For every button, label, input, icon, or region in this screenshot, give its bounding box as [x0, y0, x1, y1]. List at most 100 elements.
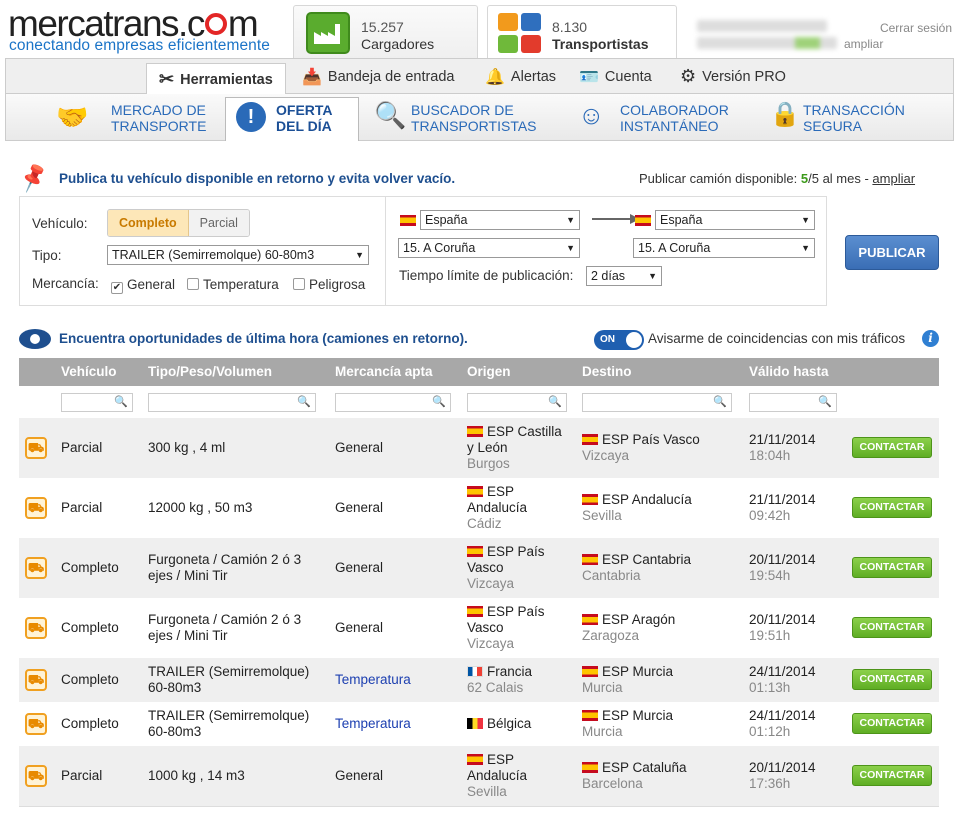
- publish-button[interactable]: PUBLICAR: [845, 235, 939, 270]
- search-icon: 🔍: [297, 396, 311, 408]
- checkbox-icon[interactable]: [293, 278, 305, 290]
- cell-vehicle: Completo: [61, 716, 119, 731]
- chevron-down-icon: ▼: [801, 243, 810, 253]
- tab-cuenta[interactable]: 🪪 Cuenta: [579, 59, 652, 94]
- table-row: ⛟ Completo Furgoneta / Camión 2 ó 3 ejes…: [19, 538, 939, 598]
- dest-country-select[interactable]: España ▼: [655, 210, 815, 230]
- chevron-down-icon: ▼: [355, 250, 364, 260]
- ampliar-link[interactable]: ampliar: [844, 37, 883, 51]
- checkbox-icon[interactable]: [187, 278, 199, 290]
- cell-origin: Bélgica: [467, 716, 572, 732]
- vehicle-segmented[interactable]: Completo Parcial: [107, 209, 250, 237]
- sub-buscador[interactable]: Buscador de transportistas: [411, 102, 537, 134]
- cell-goods: General: [335, 440, 384, 455]
- info-icon[interactable]: i: [922, 330, 939, 347]
- sub-transaccion[interactable]: Transacción segura: [803, 102, 905, 134]
- filter-valido[interactable]: 🔍: [749, 393, 837, 412]
- goods-peligrosa[interactable]: Peligrosa: [293, 277, 365, 292]
- contact-button[interactable]: CONTACTAR: [852, 437, 932, 458]
- transportistas-count: 8.130: [552, 19, 588, 35]
- notify-toggle[interactable]: ON: [594, 330, 644, 350]
- search-title: Encuentra oportunidades de última hora (…: [59, 331, 468, 346]
- truck-icon: ⛟: [25, 669, 47, 691]
- cell-destination: ESP País Vasco Vizcaya: [582, 432, 700, 463]
- table-row: ⛟ Completo TRAILER (Semirremolque) 60-80…: [19, 702, 939, 746]
- col-valido[interactable]: Válido hasta: [749, 364, 829, 379]
- sub-mercado[interactable]: Mercado de Transporte: [111, 102, 206, 134]
- spain-flag-icon: [582, 762, 598, 773]
- filter-destino[interactable]: 🔍: [582, 393, 732, 412]
- cargadores-stat[interactable]: 15.257 Cargadores: [293, 5, 478, 58]
- truck-icon: ⛟: [25, 437, 47, 459]
- cell-origin: ESP Castilla y León Burgos: [467, 424, 562, 471]
- search-icon: 🔍: [114, 396, 128, 408]
- filter-tipo[interactable]: 🔍: [148, 393, 316, 412]
- sub-oferta[interactable]: ! Oferta del día: [225, 97, 359, 141]
- filter-mercancia[interactable]: 🔍: [335, 393, 451, 412]
- contact-button[interactable]: CONTACTAR: [852, 617, 932, 638]
- table-bottom-border: [19, 806, 939, 807]
- goods-temperatura[interactable]: Temperatura: [187, 277, 279, 292]
- origin-region-select[interactable]: 15. A Coruña ▼: [398, 238, 580, 258]
- filter-origen[interactable]: 🔍: [467, 393, 567, 412]
- contact-button[interactable]: CONTACTAR: [852, 713, 932, 734]
- checkbox-checked-icon[interactable]: ✔: [111, 282, 123, 294]
- tab-herramientas[interactable]: ✂ Herramientas: [146, 63, 286, 95]
- dest-region-select[interactable]: 15. A Coruña ▼: [633, 238, 815, 258]
- bell-icon: 🔔: [485, 68, 505, 86]
- tools-icon: ✂: [159, 69, 175, 89]
- origin-country-select[interactable]: España ▼: [420, 210, 580, 230]
- time-select[interactable]: 2 días ▼: [586, 266, 662, 286]
- cell-goods: Temperatura: [335, 672, 411, 687]
- cell-valid-until: 20/11/2014 19:51h: [749, 612, 816, 643]
- cell-vehicle: Parcial: [61, 440, 103, 455]
- transportistas-stat[interactable]: 8.130 Transportistas: [487, 5, 677, 58]
- contact-button[interactable]: CONTACTAR: [852, 557, 932, 578]
- vehicle-parcial[interactable]: Parcial: [188, 210, 249, 236]
- col-origen[interactable]: Origen: [467, 364, 511, 379]
- id-card-icon: 🪪: [579, 68, 599, 86]
- signout-link[interactable]: Cerrar sesión: [880, 21, 952, 35]
- chevron-down-icon: ▼: [566, 243, 575, 253]
- publish-quota: Publicar camión disponible: 5/5 al mes -…: [639, 171, 916, 186]
- sub-colaborador[interactable]: Colaborador instantáneo: [620, 102, 729, 134]
- col-vehiculo[interactable]: Vehículo: [61, 364, 117, 379]
- type-select[interactable]: TRAILER (Semirremolque) 60-80m3 ▼: [107, 245, 369, 265]
- lock-icon: 🔒: [770, 101, 800, 128]
- tab-alertas[interactable]: 🔔 Alertas: [485, 59, 556, 94]
- tab-version-pro[interactable]: ⚙ Versión PRO: [680, 59, 786, 94]
- cell-valid-until: 24/11/2014 01:13h: [749, 664, 816, 695]
- table-row: ⛟ Completo TRAILER (Semirremolque) 60-80…: [19, 658, 939, 702]
- cell-type: Furgoneta / Camión 2 ó 3 ejes / Mini Tir: [148, 552, 302, 583]
- vehicle-completo[interactable]: Completo: [108, 210, 189, 236]
- cell-valid-until: 21/11/2014 09:42h: [749, 492, 816, 523]
- chevron-down-icon: ▼: [648, 271, 657, 281]
- filter-vehiculo[interactable]: 🔍: [61, 393, 133, 412]
- main-nav: ✂ Herramientas 📥 Bandeja de entrada 🔔 Alert…: [5, 58, 954, 95]
- chevron-down-icon: ▼: [801, 215, 810, 225]
- col-mercancia[interactable]: Mercancía apta: [335, 364, 433, 379]
- col-destino[interactable]: Destino: [582, 364, 632, 379]
- contact-button[interactable]: CONTACTAR: [852, 497, 932, 518]
- cell-origin: ESP Andalucía Cádiz: [467, 484, 528, 531]
- cell-destination: ESP Murcia Murcia: [582, 664, 674, 695]
- cell-destination: ESP Andalucía Sevilla: [582, 492, 692, 523]
- truck-icon: ⛟: [25, 765, 47, 787]
- publish-form: Vehículo: Completo Parcial Tipo: TRAILER…: [19, 196, 827, 306]
- contact-button[interactable]: CONTACTAR: [852, 765, 932, 786]
- handshake-icon: 🤝: [56, 102, 89, 132]
- goods-general[interactable]: ✔ General: [111, 277, 175, 294]
- pin-icon: 📌: [16, 161, 51, 194]
- quota-ampliar-link[interactable]: ampliar: [872, 171, 915, 186]
- spain-flag-icon: [582, 554, 598, 565]
- spain-flag-icon: [582, 434, 598, 445]
- cell-valid-until: 20/11/2014 17:36h: [749, 760, 816, 791]
- cell-valid-until: 20/11/2014 19:54h: [749, 552, 816, 583]
- tab-bandeja[interactable]: 📥 Bandeja de entrada: [302, 59, 455, 94]
- col-tipo[interactable]: Tipo/Peso/Volumen: [148, 364, 272, 379]
- transportistas-label: Transportistas: [552, 36, 649, 52]
- factory-icon: [306, 12, 350, 54]
- spain-flag-icon: [400, 215, 416, 226]
- contact-button[interactable]: CONTACTAR: [852, 669, 932, 690]
- spain-flag-icon: [467, 754, 483, 765]
